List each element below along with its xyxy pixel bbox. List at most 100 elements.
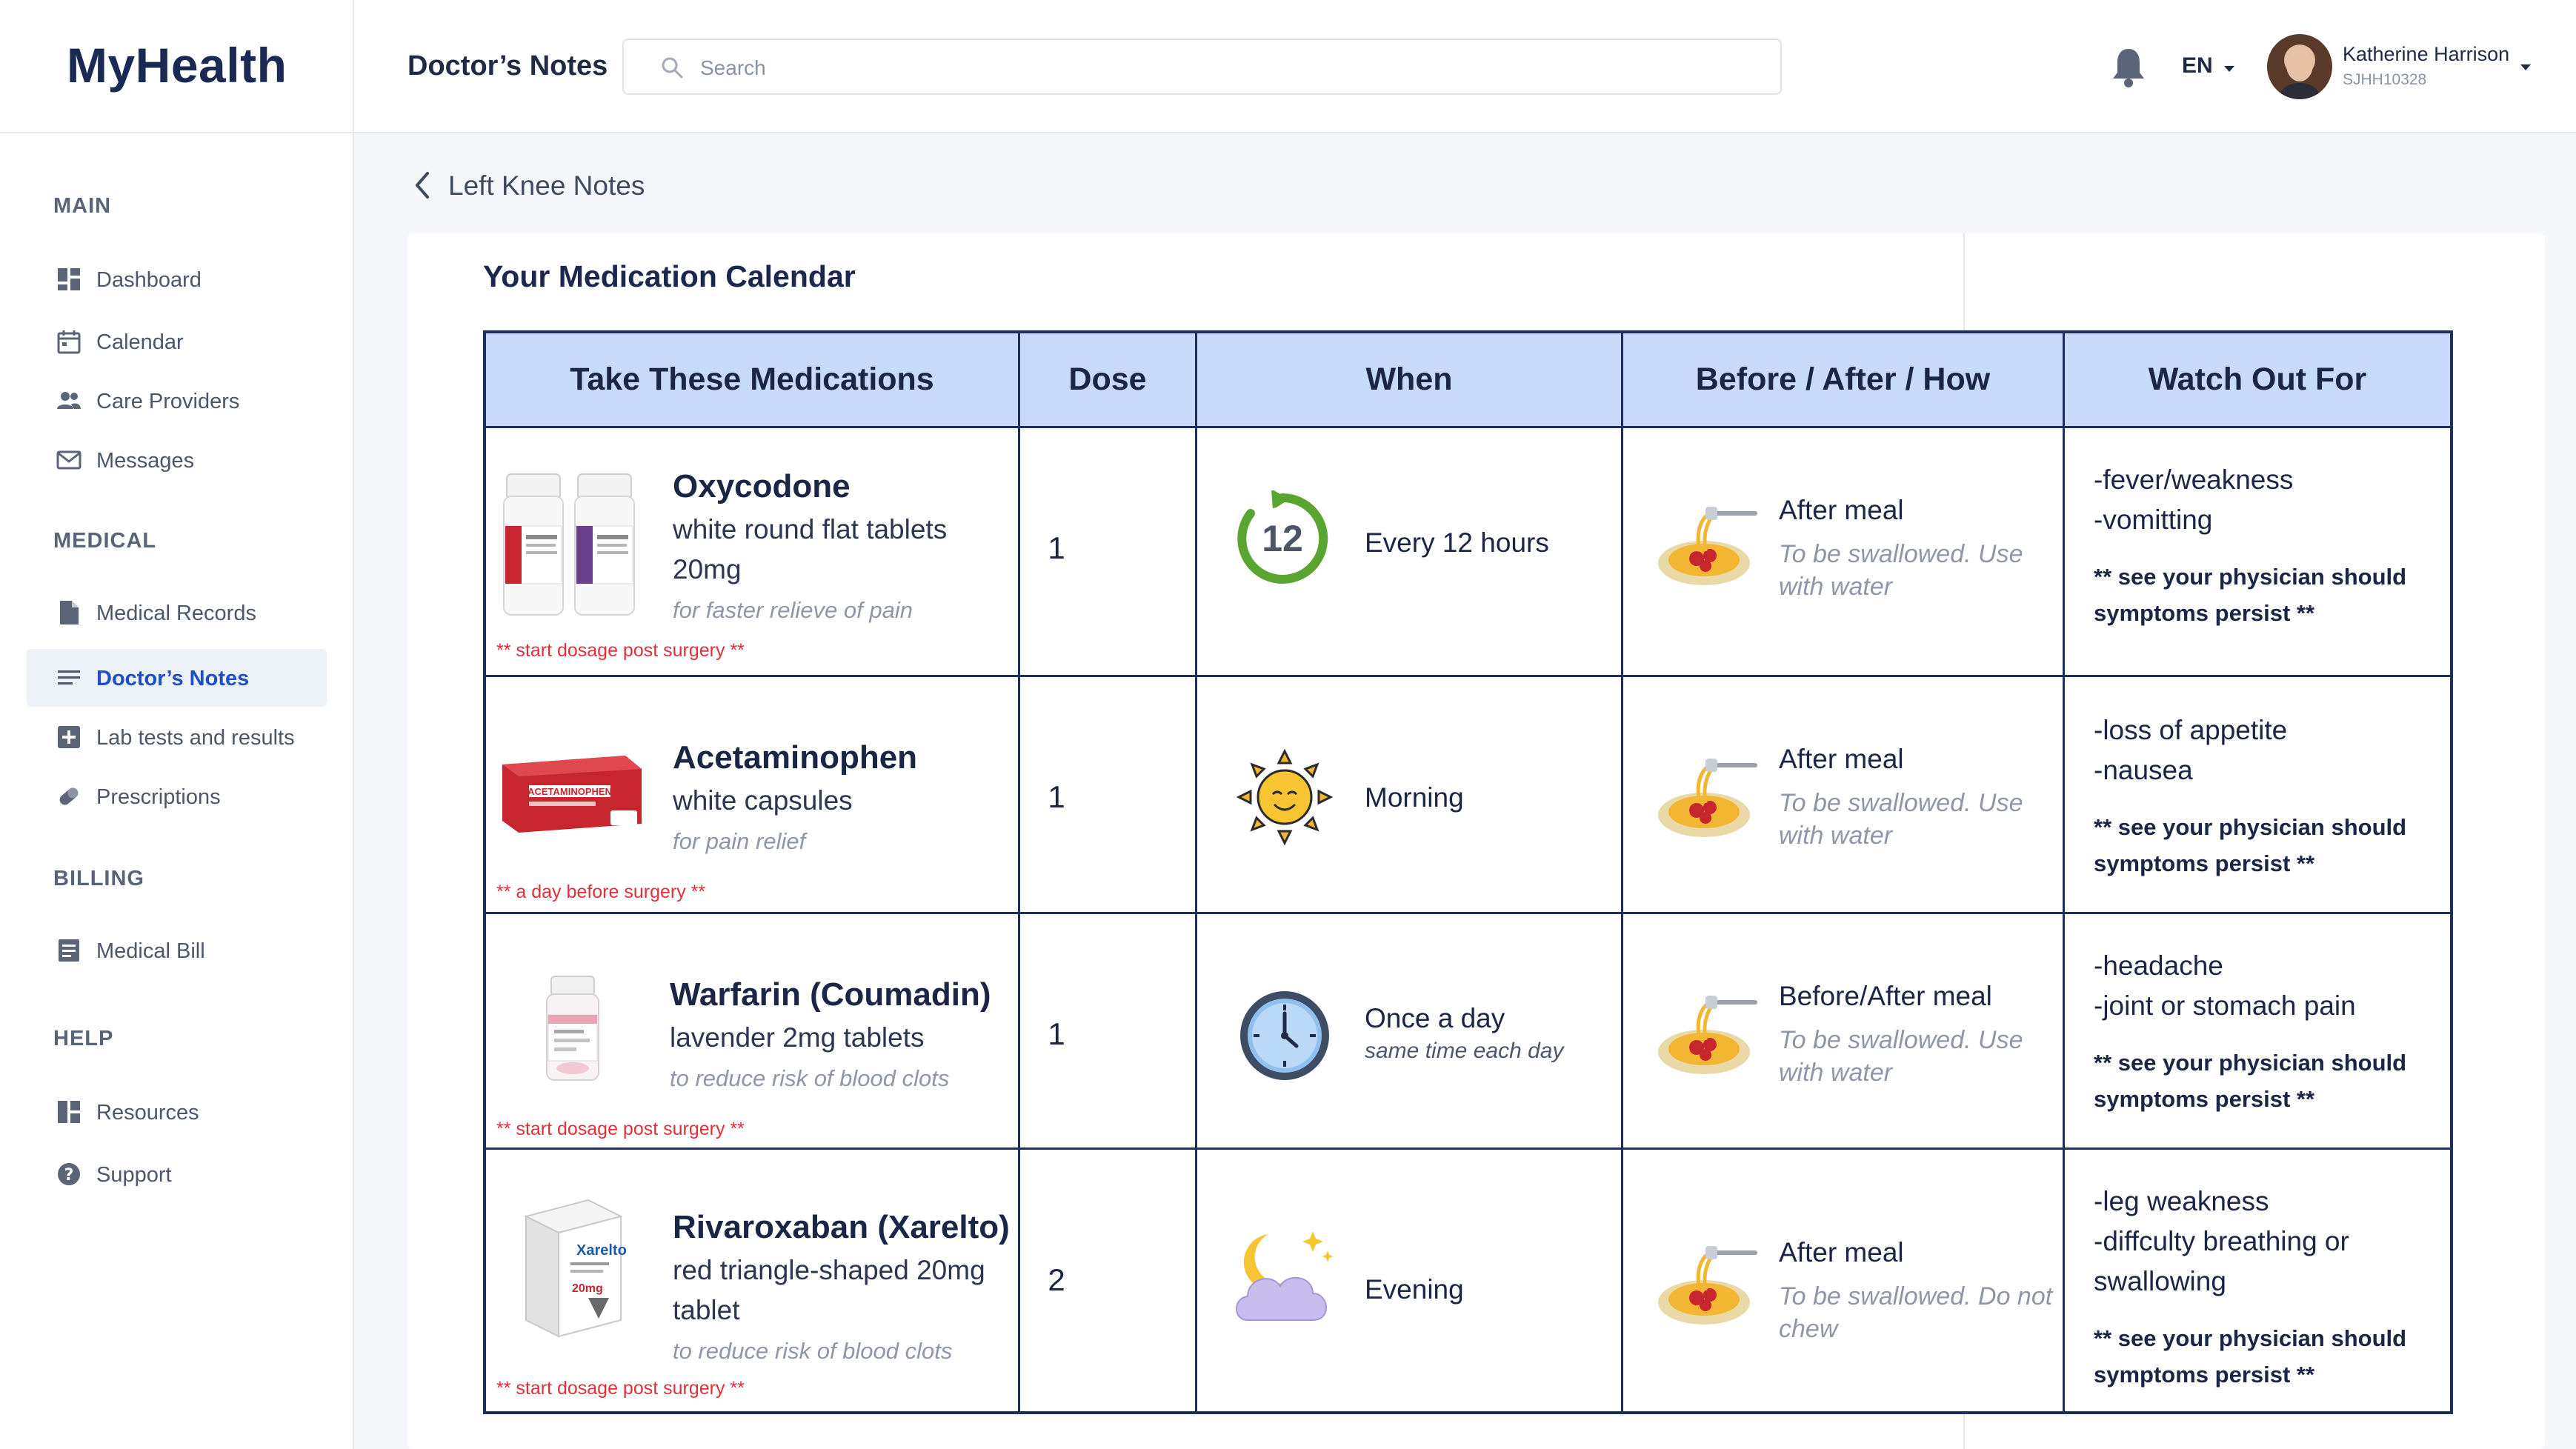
- dose-value: 1: [1048, 530, 1065, 565]
- breadcrumb-back-link[interactable]: Left Knee Notes: [448, 170, 645, 201]
- bill-icon: [56, 938, 81, 963]
- col-header-how: Before / After / How: [1623, 333, 2065, 428]
- plus-box-icon: [56, 724, 81, 750]
- sidebar-item-label: Resources: [96, 1101, 199, 1125]
- medication-name: Warfarin (Coumadin): [670, 976, 991, 1013]
- sidebar-item-doctors-notes[interactable]: Doctor’s Notes: [27, 649, 327, 707]
- table-row: Xarelto 20mg Rivaroxaban (Xarelto) red t…: [486, 1150, 2450, 1411]
- people-icon: [56, 388, 81, 413]
- watch-symptom: -headache: [2094, 950, 2223, 981]
- sidebar-item-prescriptions[interactable]: Prescriptions: [27, 767, 327, 825]
- medication-warning: ** start dosage post surgery **: [496, 1378, 745, 1399]
- sidebar-item-support[interactable]: ? Support: [27, 1145, 327, 1203]
- how-detail: To be swallowed. Use with water: [1779, 540, 2023, 601]
- how-instruction: After meal: [1779, 744, 1904, 774]
- sidebar-heading-main: MAIN: [53, 194, 112, 218]
- sidebar-item-label: Lab tests and results: [96, 726, 295, 750]
- medication-purpose: for faster relieve of pain: [673, 597, 913, 623]
- user-id: SJHH10328: [2343, 71, 2427, 88]
- watch-symptom: -vomitting: [2094, 504, 2213, 535]
- dashboard-icon: [56, 267, 81, 292]
- table-row: Oxycodone white round flat tablets 20mg …: [486, 428, 2450, 677]
- when-label: Morning: [1365, 782, 1464, 813]
- clock-12-hours-icon: 12: [1237, 490, 1328, 584]
- medication-warning: ** a day before surgery **: [496, 882, 706, 902]
- watch-note-line: ** see your physician should: [2094, 1050, 2407, 1076]
- document-icon: [56, 600, 81, 625]
- how-instruction: After meal: [1779, 495, 1904, 525]
- sidebar-item-label: Support: [96, 1163, 172, 1187]
- dose-value: 2: [1048, 1262, 1065, 1297]
- search-icon: [659, 55, 685, 84]
- dose-value: 1: [1048, 1016, 1065, 1051]
- medication-purpose: to reduce risk of blood clots: [673, 1338, 953, 1364]
- sidebar-item-dashboard[interactable]: Dashboard: [27, 250, 327, 308]
- avatar[interactable]: [2267, 34, 2332, 99]
- sidebar-item-label: Prescriptions: [96, 785, 221, 809]
- medication-description-line: white capsules: [673, 785, 853, 816]
- help-icon: ?: [56, 1162, 81, 1187]
- watch-symptom: -diffculty breathing or: [2094, 1226, 2349, 1256]
- svg-text:?: ?: [64, 1166, 74, 1185]
- svg-text:12: 12: [1262, 518, 1303, 559]
- top-bar: MyHealth Doctor’s Notes Search EN Kather…: [0, 0, 2576, 133]
- watch-symptom: -loss of appetite: [2094, 715, 2288, 745]
- sidebar-item-resources[interactable]: Resources: [27, 1083, 327, 1141]
- chevron-down-icon[interactable]: [2223, 64, 2236, 77]
- search-input[interactable]: Search: [622, 39, 1782, 95]
- dose-value: 1: [1048, 779, 1065, 814]
- sidebar-item-label: Doctor’s Notes: [96, 667, 250, 690]
- how-detail: To be swallowed. Use with water: [1779, 1026, 2023, 1087]
- svg-text:Xarelto: Xarelto: [576, 1242, 627, 1259]
- medication-warning: ** start dosage post surgery **: [496, 640, 745, 661]
- medication-name: Acetaminophen: [673, 739, 918, 776]
- back-chevron-icon[interactable]: [411, 169, 433, 205]
- svg-text:ACETAMINOPHEN: ACETAMINOPHEN: [527, 786, 612, 797]
- svg-text:20mg: 20mg: [572, 1282, 603, 1295]
- watch-note-line: ** see your physician should: [2094, 814, 2407, 840]
- user-menu-chevron-icon[interactable]: [2519, 62, 2532, 76]
- table-row: ACETAMINOPHEN Acetaminophen white capsul…: [486, 677, 2450, 914]
- how-detail: To be swallowed. Use with water: [1779, 789, 2023, 850]
- warfarin-bottle-image: [546, 976, 599, 1081]
- medication-name: Oxycodone: [673, 468, 851, 504]
- search-placeholder: Search: [700, 56, 766, 79]
- when-label: Once a day: [1365, 1003, 1505, 1033]
- acetaminophen-box-image: ACETAMINOPHEN: [502, 756, 642, 833]
- page-section-title: Doctor’s Notes: [407, 50, 608, 81]
- how-detail: To be swallowed. Do not chew: [1779, 1282, 2053, 1343]
- watch-note-line: ** see your physician should: [2094, 564, 2407, 590]
- col-header-dose: Dose: [1020, 333, 1197, 428]
- when-sublabel: same time each day: [1365, 1039, 1564, 1063]
- sidebar-item-care-providers[interactable]: Care Providers: [27, 372, 327, 430]
- meal-plate-icon: [1658, 1246, 1757, 1325]
- sidebar: MAIN Dashboard Calendar Care Providers M…: [0, 133, 354, 1449]
- envelope-icon: [56, 447, 81, 473]
- watch-note-line: symptoms persist **: [2094, 1362, 2315, 1388]
- sidebar-heading-help: HELP: [53, 1027, 114, 1050]
- medication-description-line: red triangle-shaped 20mg: [673, 1255, 985, 1285]
- meal-plate-icon: [1658, 996, 1757, 1074]
- col-header-when: When: [1197, 333, 1623, 428]
- sidebar-item-medical-bill[interactable]: Medical Bill: [27, 922, 327, 979]
- language-selector[interactable]: EN: [2182, 53, 2213, 79]
- medication-description-line: lavender 2mg tablets: [670, 1022, 925, 1053]
- meal-plate-icon: [1658, 507, 1757, 585]
- sidebar-item-calendar[interactable]: Calendar: [27, 313, 327, 370]
- sidebar-item-lab-tests[interactable]: Lab tests and results: [27, 708, 327, 766]
- watch-note-line: symptoms persist **: [2094, 1086, 2315, 1112]
- sidebar-item-label: Care Providers: [96, 390, 240, 413]
- medication-table: Take These Medications Dose When Before …: [483, 330, 2453, 1414]
- notification-bell-icon[interactable]: [2110, 46, 2147, 91]
- calendar-title: Your Medication Calendar: [483, 259, 856, 293]
- clock-icon: [1240, 991, 1329, 1080]
- sidebar-item-messages[interactable]: Messages: [27, 431, 327, 489]
- notes-icon: [56, 665, 81, 690]
- watch-symptom: -nausea: [2094, 755, 2193, 785]
- app-logo[interactable]: MyHealth: [67, 37, 287, 93]
- oxycodone-bottles-image: [503, 473, 635, 616]
- sidebar-item-label: Medical Bill: [96, 939, 205, 963]
- sidebar-item-medical-records[interactable]: Medical Records: [27, 584, 327, 642]
- medication-description-line: white round flat tablets: [673, 514, 948, 544]
- sun-icon: [1236, 748, 1334, 846]
